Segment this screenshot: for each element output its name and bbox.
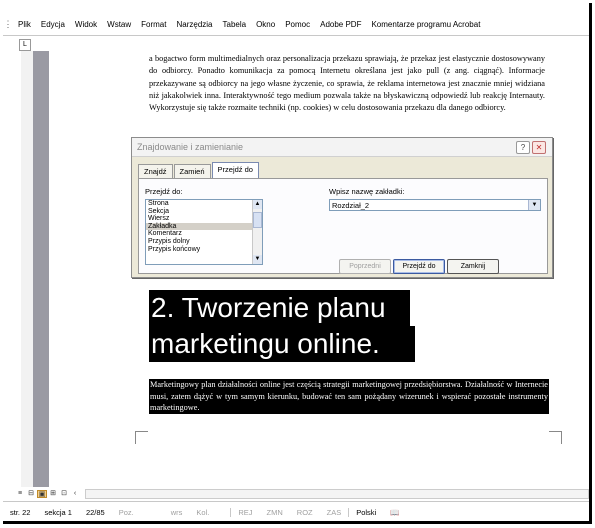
status-position: Poz.	[118, 507, 134, 517]
menu-divider	[3, 35, 589, 36]
status-language[interactable]: Polski	[348, 507, 383, 517]
section-heading: 2. Tworzenie planu marketingu online.	[149, 290, 415, 362]
heading-line-2: marketingu online.	[149, 326, 415, 362]
spellcheck-book-icon[interactable]: 📖	[383, 508, 406, 517]
scroll-up-icon[interactable]: ▲	[253, 200, 262, 209]
help-icon[interactable]: ?	[516, 141, 530, 154]
horizontal-scrollbar[interactable]	[85, 489, 589, 499]
tab-replace[interactable]: Zamień	[173, 164, 211, 178]
menu-bar: ⋮ Plik Edycja Widok Wstaw Format Narzędz…	[3, 13, 589, 35]
menu-table[interactable]: Tabela	[218, 20, 252, 29]
list-item[interactable]: Strona	[146, 200, 262, 208]
goto-button[interactable]: Przejdź do	[393, 259, 445, 274]
status-page-count: 22/85	[85, 507, 105, 517]
status-record-macro[interactable]: REJ	[230, 507, 259, 517]
goto-panel: Przejdź do: Strona Sekcja Wiersz Zakładk…	[138, 178, 548, 274]
crop-mark	[549, 431, 562, 444]
toolbar-grip-icon[interactable]: ⋮	[3, 19, 13, 30]
previous-button[interactable]: Poprzedni	[339, 259, 391, 274]
outline-view-icon[interactable]: ⊞	[48, 490, 58, 498]
tab-goto[interactable]: Przejdź do	[211, 162, 259, 178]
crop-mark	[135, 431, 148, 444]
print-layout-icon[interactable]: ▣	[37, 490, 47, 498]
scroll-thumb[interactable]	[253, 212, 262, 228]
chevron-down-icon[interactable]: ▼	[528, 200, 540, 210]
goto-what-list[interactable]: Strona Sekcja Wiersz Zakładka Komentarz …	[145, 199, 263, 265]
bookmark-name-label: Wpisz nazwę zakładki:	[329, 187, 405, 196]
status-extend[interactable]: ROZ	[290, 508, 320, 517]
menu-window[interactable]: Okno	[251, 20, 280, 29]
menu-edit[interactable]: Edycja	[36, 20, 70, 29]
status-page: str. 22	[10, 507, 31, 517]
status-overtype[interactable]: ZAS	[320, 508, 349, 517]
scroll-down-icon[interactable]: ▼	[253, 255, 262, 264]
heading-line-1: 2. Tworzenie planu	[149, 290, 410, 326]
goto-what-label: Przejdź do:	[145, 187, 183, 196]
dialog-title-bar[interactable]: Znajdowanie i zamienianie ? ✕	[132, 138, 552, 157]
left-margin-area	[33, 51, 49, 487]
menu-help[interactable]: Pomoc	[280, 20, 315, 29]
word-window: ⋮ Plik Edycja Widok Wstaw Format Narzędz…	[3, 3, 592, 524]
menu-adobe-pdf[interactable]: Adobe PDF	[315, 20, 366, 29]
find-replace-dialog: Znajdowanie i zamienianie ? ✕ Znajdź Zam…	[131, 137, 553, 278]
close-icon[interactable]: ✕	[532, 141, 546, 154]
selected-paragraph: Marketingowy plan działalności online je…	[149, 379, 549, 415]
bookmark-name-combo[interactable]: Rozdział_2 ▼	[329, 199, 541, 211]
scroll-left-icon[interactable]: ‹	[70, 490, 80, 498]
status-bar: str. 22 sekcja 1 22/85 Poz. wrs Kol. REJ…	[3, 501, 589, 521]
list-item[interactable]: Przypis końcowy	[146, 246, 262, 254]
list-item[interactable]: Wiersz	[146, 215, 262, 223]
normal-view-icon[interactable]: ≡	[15, 490, 25, 498]
menu-format[interactable]: Format	[136, 20, 171, 29]
menu-insert[interactable]: Wstaw	[102, 20, 136, 29]
bookmark-name-value: Rozdział_2	[332, 201, 370, 210]
menu-file[interactable]: Plik	[13, 20, 36, 29]
status-line: wrs	[170, 507, 183, 517]
web-layout-icon[interactable]: ⊟	[26, 490, 36, 498]
body-paragraph: a bogactwo form multimedialnych oraz per…	[149, 54, 545, 113]
list-item-selected[interactable]: Zakładka	[146, 222, 262, 231]
view-bar: ≡ ⊟ ▣ ⊞ ⊡ ‹	[15, 489, 589, 499]
menu-tools[interactable]: Narzędzia	[171, 20, 217, 29]
status-section: sekcja 1	[44, 507, 72, 517]
list-scrollbar[interactable]: ▲ ▼	[252, 200, 262, 264]
tab-stop-selector[interactable]: L	[19, 39, 31, 51]
list-item[interactable]: Sekcja	[146, 208, 262, 216]
reading-view-icon[interactable]: ⊡	[59, 490, 69, 498]
dialog-tabs: Znajdź Zamień Przejdź do	[138, 162, 260, 178]
list-item[interactable]: Komentarz	[146, 230, 262, 238]
status-column: Kol.	[196, 507, 210, 517]
dialog-title: Znajdowanie i zamienianie	[137, 142, 244, 152]
tab-find[interactable]: Znajdź	[138, 164, 173, 178]
menu-acrobat-comments[interactable]: Komentarze programu Acrobat	[366, 20, 485, 29]
close-button[interactable]: Zamknij	[447, 259, 499, 274]
list-item[interactable]: Przypis dolny	[146, 238, 262, 246]
menu-view[interactable]: Widok	[70, 20, 102, 29]
status-track-changes[interactable]: ZMN	[260, 508, 290, 517]
